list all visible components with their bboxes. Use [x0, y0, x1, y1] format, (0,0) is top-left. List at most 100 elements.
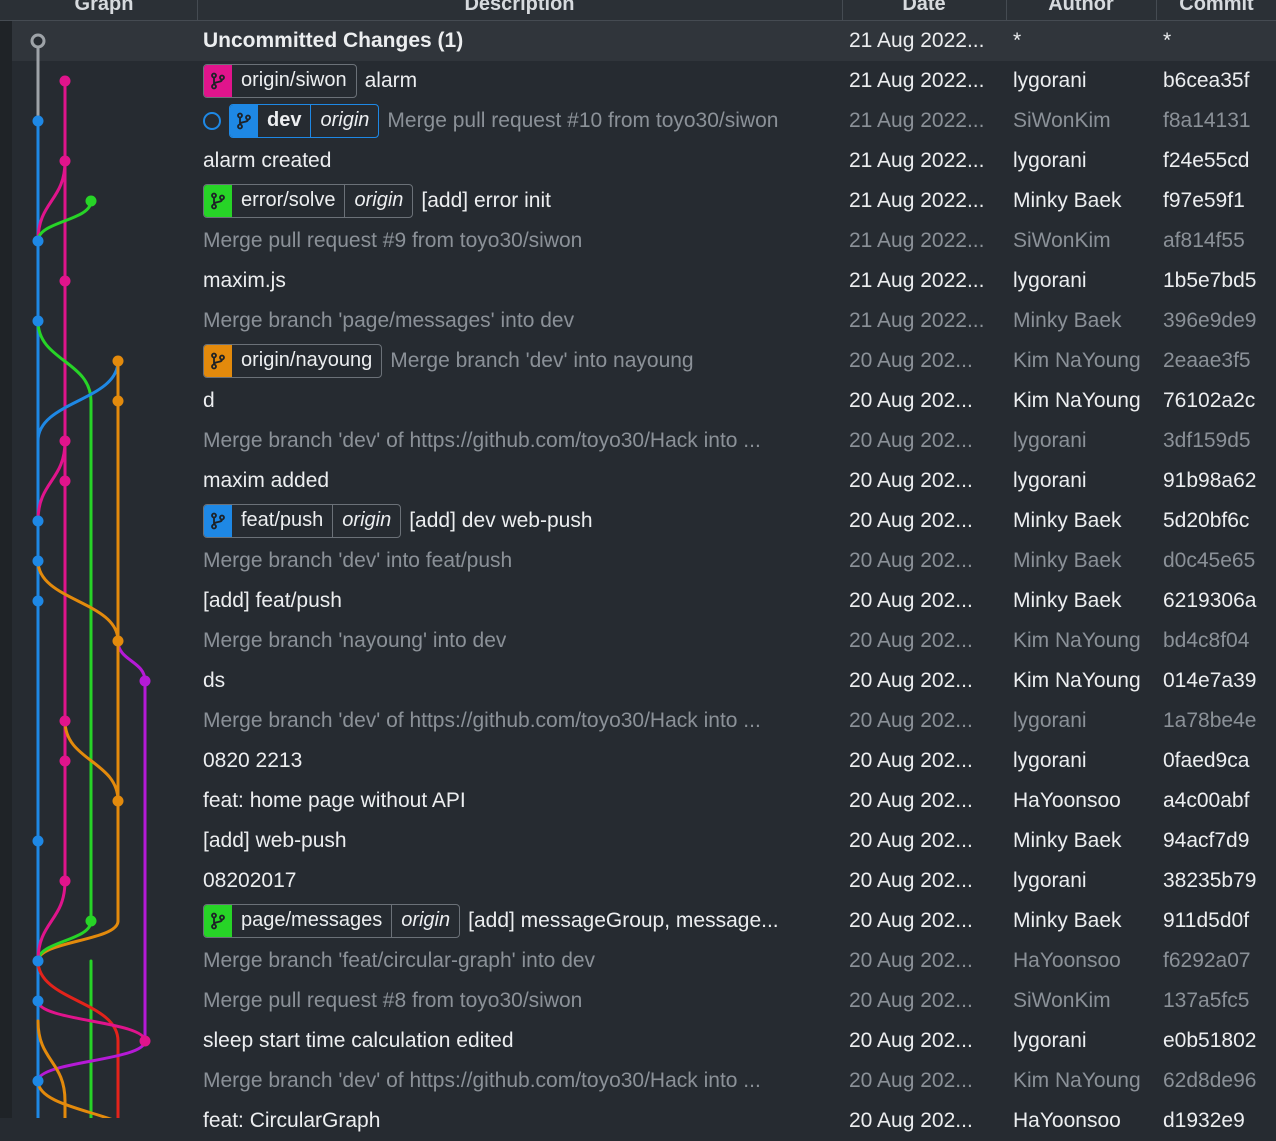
commit-date: 20 Aug 202... [849, 1069, 973, 1092]
commit-node[interactable] [59, 755, 71, 767]
commit-author: Kim NaYoung [1013, 629, 1141, 652]
commit-node[interactable] [139, 1035, 151, 1047]
header-author[interactable]: Author [1007, 0, 1155, 18]
commit-date: 21 Aug 2022... [849, 29, 985, 52]
commit-date: 21 Aug 2022... [849, 269, 985, 292]
commit-row[interactable]: alarm created 21 Aug 2022... lygorani f24e5… [12, 141, 1276, 181]
commit-node[interactable] [112, 395, 124, 407]
commit-node[interactable] [32, 555, 44, 567]
commit-date: 20 Aug 202... [849, 1029, 973, 1052]
commit-row[interactable]: maxim added 20 Aug 202... lygorani 91b98a62 [12, 461, 1276, 501]
commit-node[interactable] [59, 435, 71, 447]
uncommitted-changes-row[interactable]: Uncommitted Changes (1) 21 Aug 2022... * * [12, 21, 1276, 61]
commit-hash: 6219306a [1163, 589, 1257, 612]
branch-tag[interactable]: feat/push origin [203, 504, 402, 538]
commit-date: 20 Aug 202... [849, 669, 973, 692]
commit-node[interactable] [112, 795, 124, 807]
uncommitted-node[interactable] [30, 33, 46, 49]
branch-tag[interactable]: error/solve origin [203, 184, 414, 218]
commit-node[interactable] [59, 75, 71, 87]
header-description[interactable]: Description [198, 0, 841, 18]
commit-hash: 1a78be4e [1163, 709, 1257, 732]
commit-hash: 5d20bf6c [1163, 509, 1250, 532]
commit-row[interactable]: [add] web-push 20 Aug 202... Minky Baek 94a… [12, 821, 1276, 861]
commit-row[interactable]: feat: CircularGraph 20 Aug 202... HaYoonso… [12, 1101, 1276, 1141]
commit-row[interactable]: Merge branch 'feat/circular-graph' into … [12, 941, 1276, 981]
commit-author: Minky Baek [1013, 309, 1122, 332]
commit-row[interactable]: origin/siwon alarm 21 Aug 2022... lygorani b… [12, 61, 1276, 101]
commit-node[interactable] [32, 515, 44, 527]
commit-node[interactable] [112, 635, 124, 647]
commit-row[interactable]: ds 20 Aug 202... Kim NaYoung 014e7a39 [12, 661, 1276, 701]
commit-message: Merge branch 'dev' into feat/push [203, 549, 513, 572]
commit-row[interactable]: 0820 2213 20 Aug 202... lygorani 0faed9ca [12, 741, 1276, 781]
commit-node[interactable] [59, 715, 71, 727]
branch-icon [204, 65, 232, 97]
commit-node[interactable] [32, 995, 44, 1007]
commit-description: ds [203, 661, 835, 701]
commit-row[interactable]: Merge branch 'dev' of https://github.com… [12, 1061, 1276, 1101]
commit-row[interactable]: 08202017 20 Aug 202... lygorani 38235b79 [12, 861, 1276, 901]
commit-node[interactable] [59, 875, 71, 887]
commit-row[interactable]: Merge branch 'page/messages' into dev 21 … [12, 301, 1276, 341]
commit-row[interactable]: Merge branch 'dev' of https://github.com… [12, 701, 1276, 741]
commit-node[interactable] [32, 835, 44, 847]
commit-node[interactable] [32, 1075, 44, 1087]
commit-hash: 94acf7d9 [1163, 829, 1250, 852]
commit-hash: af814f55 [1163, 229, 1245, 252]
commit-description: feat: home page without API [203, 781, 835, 821]
commit-row[interactable]: page/messages origin [add] messageGroup, m… [12, 901, 1276, 941]
commit-node[interactable] [85, 915, 97, 927]
commit-row[interactable]: dev origin Merge pull request #10 from toy… [12, 101, 1276, 141]
commit-row[interactable]: Merge pull request #8 from toyo30/siwon 2… [12, 981, 1276, 1021]
branch-tag[interactable]: dev origin [229, 104, 380, 138]
branch-tag[interactable]: page/messages origin [203, 904, 461, 938]
commit-hash: 38235b79 [1163, 869, 1257, 892]
branch-remote: origin [344, 185, 412, 217]
commit-author: Kim NaYoung [1013, 389, 1141, 412]
commit-row[interactable]: maxim.js 21 Aug 2022... lygorani 1b5e7bd5 [12, 261, 1276, 301]
branch-icon [204, 185, 232, 217]
commit-author: * [1013, 29, 1022, 52]
commit-row[interactable]: Merge branch 'dev' into feat/push 20 Aug … [12, 541, 1276, 581]
commit-row[interactable]: sleep start time calculation edited 20 Au… [12, 1021, 1276, 1061]
commit-row[interactable]: Merge branch 'dev' of https://github.com… [12, 421, 1276, 461]
commit-row[interactable]: Merge pull request #9 from toyo30/siwon 2… [12, 221, 1276, 261]
commit-description: Merge branch 'page/messages' into dev [203, 301, 835, 341]
commit-row[interactable]: Merge branch 'nayoung' into dev 20 Aug 20… [12, 621, 1276, 661]
commit-node[interactable] [59, 155, 71, 167]
commit-date: 21 Aug 2022... [849, 109, 985, 132]
branch-tag[interactable]: origin/siwon [203, 64, 357, 98]
header-commit[interactable]: Commit [1157, 0, 1276, 18]
commit-row[interactable]: feat/push origin [add] dev web-push 20 Aug … [12, 501, 1276, 541]
commit-description: Merge pull request #9 from toyo30/siwon [203, 221, 835, 261]
branch-tag[interactable]: origin/nayoung [203, 344, 383, 378]
commit-node[interactable] [32, 115, 44, 127]
header-date[interactable]: Date [843, 0, 1005, 18]
commit-author: Minky Baek [1013, 589, 1122, 612]
commit-node[interactable] [32, 955, 44, 967]
commit-node[interactable] [139, 675, 151, 687]
commit-message: Merge branch 'dev' of https://github.com… [203, 429, 761, 452]
commit-node[interactable] [32, 315, 44, 327]
commit-node[interactable] [32, 235, 44, 247]
commit-row[interactable]: error/solve origin [add] error init 21 Aug … [12, 181, 1276, 221]
commit-node[interactable] [32, 595, 44, 607]
commit-node[interactable] [59, 275, 71, 287]
commit-row[interactable]: [add] feat/push 20 Aug 202... Minky Baek 62… [12, 581, 1276, 621]
header-graph[interactable]: Graph [12, 0, 196, 18]
commit-author: Minky Baek [1013, 909, 1122, 932]
commit-row[interactable]: d 20 Aug 202... Kim NaYoung 76102a2c [12, 381, 1276, 421]
commit-row[interactable]: feat: home page without API 20 Aug 202...… [12, 781, 1276, 821]
commit-node[interactable] [59, 475, 71, 487]
commit-description: Merge branch 'dev' of https://github.com… [203, 701, 835, 741]
commit-hash: f8a14131 [1163, 109, 1251, 132]
commit-node[interactable] [85, 195, 97, 207]
commit-node[interactable] [112, 355, 124, 367]
commit-row[interactable]: origin/nayoung Merge branch 'dev' into na… [12, 341, 1276, 381]
commit-message: Merge branch 'dev' of https://github.com… [203, 709, 761, 732]
commit-date: 21 Aug 2022... [849, 189, 985, 212]
commit-date: 20 Aug 202... [849, 909, 973, 932]
commit-description: maxim added [203, 461, 835, 501]
branch-name: dev [267, 109, 302, 131]
